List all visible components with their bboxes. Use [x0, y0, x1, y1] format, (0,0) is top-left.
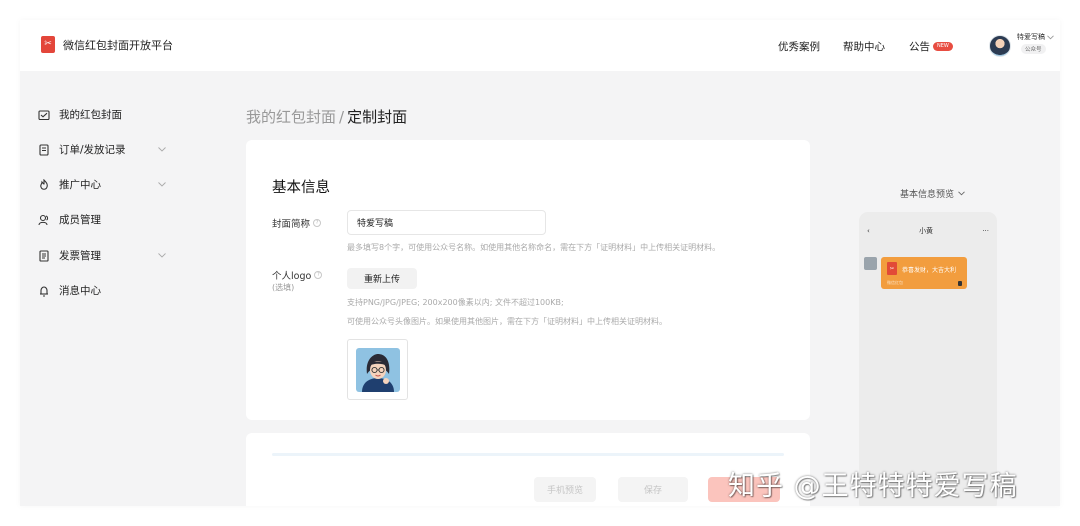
section-title: 基本信息: [272, 180, 330, 196]
phone-preview: ‹ 小黄 ··· ✂ 恭喜发财，大吉大利 微信红包: [859, 212, 997, 506]
reupload-button[interactable]: 重新上传: [347, 268, 417, 289]
preview-toggle[interactable]: 基本信息预览: [900, 187, 965, 200]
red-packet-footer: 微信红包: [887, 280, 903, 285]
red-packet-logo-icon: ✂: [41, 36, 55, 53]
nav-notice-link[interactable]: 公告 NEW: [909, 39, 953, 54]
account-type-badge: 公众号: [1021, 44, 1046, 54]
nav-notice-label: 公告: [909, 41, 930, 53]
app-frame: ✂ 微信红包封面开放平台 优秀案例 帮助中心 公告 NEW 特爱写稿 公众号 我…: [20, 20, 1060, 506]
chat-title: 小黄: [919, 227, 934, 235]
sidebar-item-orders[interactable]: 订单/发放记录: [38, 142, 168, 157]
help-icon[interactable]: ?: [314, 271, 323, 279]
sidebar-item-label: 成员管理: [59, 214, 101, 226]
sidebar-item-label: 消息中心: [59, 285, 101, 297]
chevron-down-icon: [158, 145, 166, 155]
cover-name-label: 封面简称 ?: [272, 216, 322, 230]
promotion-icon: [38, 178, 50, 191]
nav-cases-link[interactable]: 优秀案例: [778, 39, 820, 54]
red-packet-message: ✂ 恭喜发财，大吉大利 微信红包: [881, 257, 967, 289]
page-title: 定制封面: [347, 108, 408, 126]
account-name-row: 特爱写稿: [1017, 32, 1054, 42]
sidebar-item-promotion[interactable]: 推广中心: [38, 177, 168, 192]
nav-help-link[interactable]: 帮助中心: [843, 39, 885, 54]
chevron-down-icon: [158, 180, 166, 190]
divider: [272, 453, 784, 456]
watermark: 知乎 @王特特特爱写稿: [728, 471, 1018, 502]
breadcrumb: 我的红包封面 / 定制封面: [246, 106, 407, 127]
envelope-icon: [38, 109, 50, 121]
account-menu[interactable]: 特爱写稿 公众号: [989, 32, 1054, 57]
account-name: 特爱写稿: [1017, 33, 1045, 41]
red-packet-text: 恭喜发财，大吉大利: [902, 267, 957, 274]
invoice-icon: [38, 249, 50, 262]
sidebar-item-messages[interactable]: 消息中心: [38, 283, 168, 298]
account-info: 特爱写稿 公众号: [1017, 32, 1054, 54]
phone-preview-button[interactable]: 手机预览: [534, 477, 596, 502]
basic-info-card: 基本信息 封面简称 ? 最多填写8个字，可使用公众号名称。如使用其他名称命名，需…: [246, 140, 810, 420]
sidebar-item-label: 订单/发放记录: [59, 144, 126, 156]
logo-hint-source: 可使用公众号头像图片。如果使用其他图片，需在下方「证明材料」中上传相关证明材料。: [347, 317, 667, 326]
members-icon: [38, 214, 50, 226]
order-icon: [38, 143, 50, 156]
sender-avatar: [864, 257, 877, 270]
avatar: [989, 35, 1011, 57]
actions-card: 手机预览 保存: [246, 433, 810, 506]
save-button[interactable]: 保存: [618, 477, 688, 502]
app-title: 微信红包封面开放平台: [63, 38, 173, 52]
chat-header: ‹ 小黄 ···: [859, 226, 997, 236]
logo-thumbnail[interactable]: [347, 339, 408, 400]
breadcrumb-parent[interactable]: 我的红包封面: [246, 108, 336, 126]
sidebar: 我的红包封面 订单/发放记录 推广中心 成员管理 发票管理 消息中心: [20, 71, 220, 506]
preview-label: 基本信息预览: [900, 190, 955, 200]
logo-hint-format: 支持PNG/JPG/JPEG; 200x200像素以内; 文件不超过100KB;: [347, 298, 564, 307]
breadcrumb-separator: /: [339, 108, 345, 126]
logo-label-text: 个人logo: [272, 271, 312, 282]
chevron-down-icon: [958, 191, 965, 196]
bell-icon: [38, 285, 50, 297]
sidebar-item-label: 发票管理: [59, 250, 101, 262]
cartoon-avatar-image: [355, 347, 400, 392]
cover-name-label-text: 封面简称: [272, 219, 311, 230]
new-badge: NEW: [933, 42, 953, 51]
cover-name-hint: 最多填写8个字，可使用公众号名称。如使用其他名称命名，需在下方「证明材料」中上传…: [347, 243, 721, 252]
cover-mini-icon: [958, 281, 962, 286]
top-header: ✂ 微信红包封面开放平台 优秀案例 帮助中心 公告 NEW 特爱写稿 公众号: [20, 20, 1060, 71]
red-packet-icon: ✂: [887, 262, 897, 275]
back-icon: ‹: [867, 227, 870, 235]
sidebar-item-label: 我的红包封面: [59, 109, 122, 121]
chevron-down-icon: [158, 251, 166, 261]
brand[interactable]: ✂ 微信红包封面开放平台: [41, 36, 173, 53]
sidebar-item-my-covers[interactable]: 我的红包封面: [38, 107, 168, 122]
cover-name-input[interactable]: [347, 210, 546, 235]
logo-optional-label: (选填): [272, 283, 295, 292]
sidebar-item-invoices[interactable]: 发票管理: [38, 248, 168, 263]
sidebar-item-label: 推广中心: [59, 179, 101, 191]
more-icon: ···: [982, 227, 989, 235]
logo-label: 个人logo ?: [272, 268, 323, 282]
chevron-down-icon: [1047, 34, 1054, 39]
help-icon[interactable]: ?: [313, 219, 322, 227]
sidebar-item-members[interactable]: 成员管理: [38, 212, 168, 227]
